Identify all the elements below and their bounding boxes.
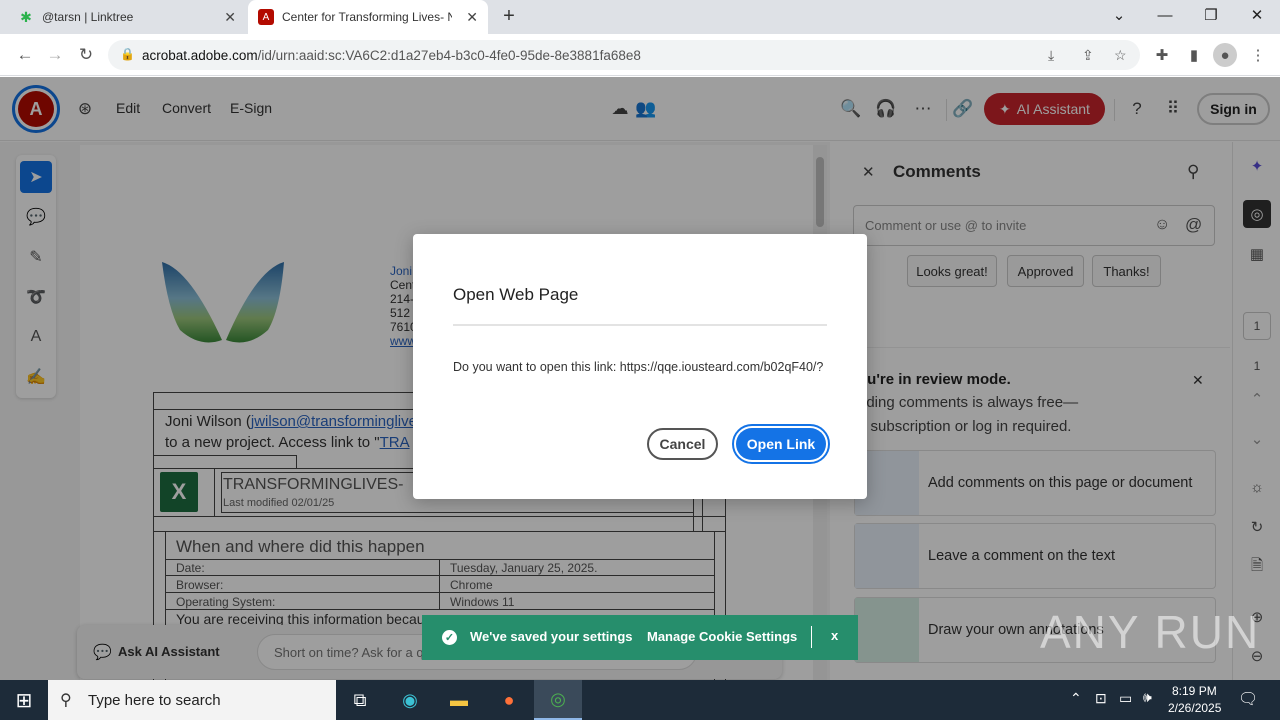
browser-tab-strip: ✱ @tarsn | Linktree ✕ A Center for Trans… <box>0 0 1280 34</box>
more-menu-icon[interactable]: ⋮ <box>1246 43 1270 67</box>
windows-taskbar: ⊞ ⚲ Type here to search ⧉ ◉ ▬ ● ◎ ⌃ ⊡ ▭ … <box>0 680 1280 720</box>
check-icon: ✓ <box>442 630 457 645</box>
reload-icon[interactable]: ↻ <box>73 42 99 68</box>
profile-icon[interactable]: ● <box>1213 43 1237 67</box>
close-tab-icon[interactable]: ✕ <box>224 9 236 26</box>
tab-title: @tarsn | Linktree <box>42 10 134 24</box>
open-link-button[interactable]: Open Link <box>732 424 830 464</box>
back-icon[interactable]: ← <box>12 42 38 68</box>
search-icon: ⚲ <box>60 692 72 709</box>
volume-icon[interactable]: 🕪 <box>1143 689 1152 706</box>
acrobat-icon: A <box>258 9 274 25</box>
clock-time[interactable]: 8:19 PM <box>1172 684 1217 698</box>
tab-search-icon[interactable]: ⌄ <box>1096 0 1142 30</box>
task-view-icon[interactable]: ⧉ <box>336 680 384 720</box>
toast-divider <box>811 626 812 648</box>
side-panel-icon[interactable]: ▮ <box>1182 43 1206 67</box>
maximize-button[interactable]: ❐ <box>1188 0 1234 30</box>
edge-icon[interactable]: ◉ <box>386 680 434 720</box>
wifi-icon[interactable]: ▭ <box>1119 690 1132 707</box>
new-tab-button[interactable]: + <box>498 6 520 28</box>
taskbar-search-placeholder: Type here to search <box>88 691 221 709</box>
dialog-divider <box>453 324 827 326</box>
dialog-message: Do you want to open this link: https://q… <box>453 360 824 374</box>
firefox-icon[interactable]: ● <box>485 680 533 720</box>
windows-start-icon[interactable]: ⊞ <box>0 680 48 720</box>
tab-acrobat[interactable]: A Center for Transforming Lives- N ✕ <box>248 0 488 34</box>
close-tab-icon[interactable]: ✕ <box>466 9 478 26</box>
file-explorer-icon[interactable]: ▬ <box>435 680 483 720</box>
linktree-icon: ✱ <box>20 8 32 25</box>
install-icon[interactable]: ⤓ <box>1048 47 1054 64</box>
tab-linktree[interactable]: ✱ @tarsn | Linktree ✕ <box>8 0 246 34</box>
tray-chevron-icon[interactable]: ⌃ <box>1070 690 1082 707</box>
taskbar-search[interactable]: ⚲ Type here to search <box>48 680 336 720</box>
open-link-label: Open Link <box>736 428 826 460</box>
notifications-icon[interactable]: 🗨 <box>1238 689 1258 709</box>
lock-icon: 🔒 <box>120 47 135 61</box>
network-icon[interactable]: ⊡ <box>1095 690 1107 707</box>
cancel-button[interactable]: Cancel <box>647 428 718 460</box>
share-icon[interactable]: ⇪ <box>1082 47 1094 64</box>
address-bar-row: ← → ↻ 🔒 acrobat.adobe.com /id/urn:aaid:s… <box>0 34 1280 76</box>
forward-icon[interactable]: → <box>42 42 68 68</box>
toast-message: We've saved your settings <box>470 629 633 644</box>
extensions-icon[interactable]: ✚ <box>1150 43 1174 67</box>
url-path: /id/urn:aaid:sc:VA6C2:d1a27eb4-b3c0-4fe0… <box>257 47 641 63</box>
url-host: acrobat.adobe.com <box>142 47 258 63</box>
tab-title: Center for Transforming Lives- N <box>282 10 452 24</box>
clock-date[interactable]: 2/26/2025 <box>1168 701 1221 715</box>
chrome-icon[interactable]: ◎ <box>534 680 582 720</box>
bookmark-star-icon[interactable]: ☆ <box>1114 47 1127 64</box>
minimize-button[interactable]: — <box>1142 0 1188 30</box>
anyrun-watermark: ANY RUN <box>1040 606 1261 658</box>
url-field[interactable]: 🔒 acrobat.adobe.com /id/urn:aaid:sc:VA6C… <box>108 40 1140 70</box>
cookie-toast: ✓ We've saved your settings Manage Cooki… <box>422 615 858 660</box>
manage-cookie-link[interactable]: Manage Cookie Settings <box>647 629 797 644</box>
open-web-page-dialog: Open Web Page Do you want to open this l… <box>413 234 867 499</box>
close-window-button[interactable]: ✕ <box>1234 0 1280 30</box>
dialog-title: Open Web Page <box>453 285 579 304</box>
toast-close-button[interactable]: x <box>831 628 838 643</box>
